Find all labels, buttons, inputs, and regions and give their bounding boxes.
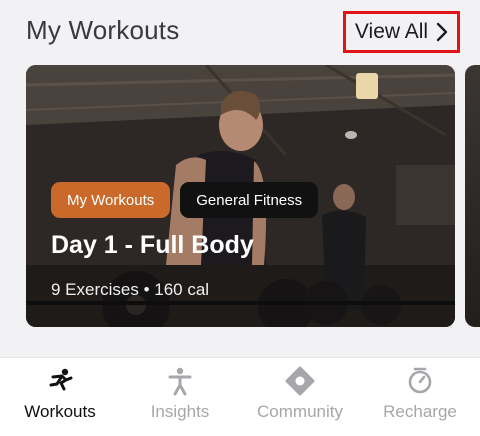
tab-label-community: Community [257, 402, 343, 421]
running-figure-icon [49, 368, 73, 391]
tag-general-fitness: General Fitness [180, 182, 319, 218]
tab-label-recharge: Recharge [383, 402, 457, 421]
view-all-label: View All [354, 20, 429, 43]
community-icon [285, 366, 315, 396]
tab-insights[interactable]: Insights [120, 358, 240, 436]
workout-tags: My Workouts General Fitness [51, 182, 319, 218]
header: My Workouts View All [0, 0, 480, 64]
person-icon [168, 367, 192, 396]
timer-icon [408, 367, 432, 394]
next-workout-card-peek[interactable] [465, 65, 480, 327]
view-all-button[interactable]: View All [343, 11, 460, 53]
workout-meta: 9 Exercises • 160 cal [51, 280, 210, 299]
page-title: My Workouts [26, 15, 180, 45]
tab-recharge[interactable]: Recharge [360, 358, 480, 436]
workout-carousel[interactable]: My Workouts General Fitness Day 1 - Full… [0, 64, 480, 328]
tab-workouts[interactable]: Workouts [0, 358, 120, 436]
workout-title: Day 1 - Full Body [51, 231, 254, 259]
chevron-right-icon [436, 22, 448, 42]
tab-community[interactable]: Community [240, 358, 360, 436]
bottom-tab-bar: Workouts Insights Community Recharge [0, 357, 480, 436]
workout-card[interactable]: My Workouts General Fitness Day 1 - Full… [26, 65, 455, 327]
tab-label-insights: Insights [150, 402, 210, 421]
tag-my-workouts: My Workouts [51, 182, 171, 218]
tab-label-workouts: Workouts [24, 402, 96, 421]
